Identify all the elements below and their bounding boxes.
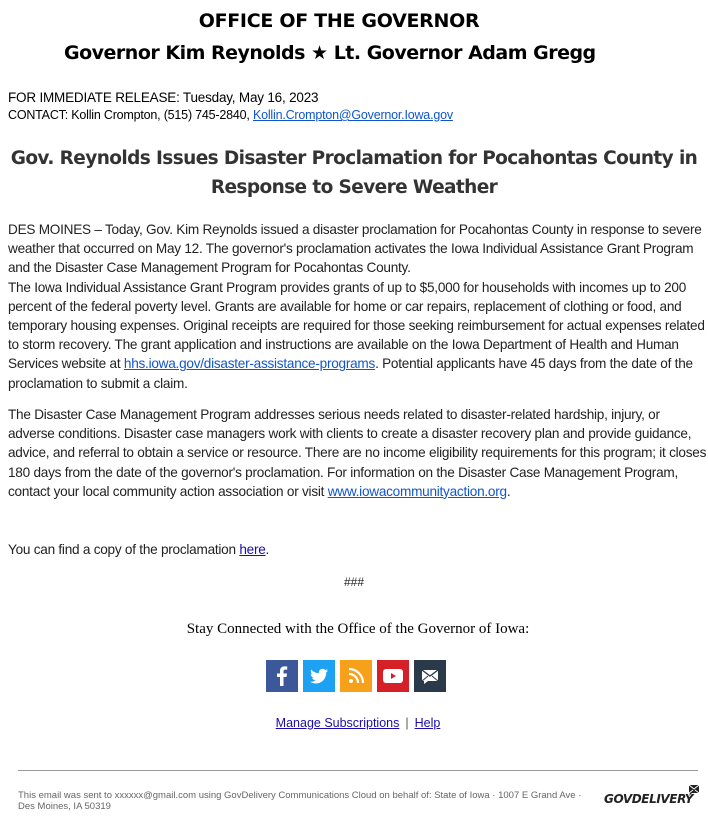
footer-links: Manage Subscriptions | Help <box>0 716 708 730</box>
email-icon <box>421 669 439 684</box>
proclamation-here-link[interactable]: here <box>239 542 265 557</box>
paragraph-proclamation-end: . <box>265 542 270 557</box>
paragraph-proclamation: You can find a copy of the proclamation … <box>8 540 708 559</box>
contact-line: CONTACT: Kollin Crompton, (515) 745-2840… <box>8 108 453 122</box>
link-separator: | <box>405 716 409 730</box>
youtube-icon <box>383 669 403 683</box>
end-mark: ### <box>343 575 365 589</box>
manage-subscriptions-link[interactable]: Manage Subscriptions <box>276 716 400 730</box>
help-link[interactable]: Help <box>415 716 441 730</box>
social-links <box>266 660 446 692</box>
office-heading: OFFICE OF THE GOVERNOR <box>198 10 480 32</box>
paragraph-case-management: The Disaster Case Management Program add… <box>8 405 708 501</box>
paragraph-intro: DES MOINES – Today, Gov. Kim Reynolds is… <box>8 220 708 393</box>
rss-icon <box>348 667 365 684</box>
rss-button[interactable] <box>340 660 372 692</box>
footer-divider <box>18 770 698 771</box>
press-release-title: Gov. Reynolds Issues Disaster Proclamati… <box>10 148 698 198</box>
governor-name: Governor Kim Reynolds <box>64 42 312 64</box>
twitter-button[interactable] <box>303 660 335 692</box>
contact-email-link[interactable]: Kollin.Crompton@Governor.Iowa.gov <box>253 108 453 122</box>
community-action-link[interactable]: www.iowacommunityaction.org <box>328 484 507 499</box>
governors-heading: Governor Kim Reynolds ★ Lt. Governor Ada… <box>64 42 596 64</box>
envelope-icon <box>688 784 700 796</box>
star-icon: ★ <box>311 42 328 64</box>
paragraph-proclamation-text: You can find a copy of the proclamation <box>8 542 240 557</box>
facebook-icon <box>277 666 288 686</box>
footer-disclaimer: This email was sent to xxxxxx@gmail.com … <box>18 790 582 812</box>
paragraph-case-end: . <box>506 483 511 499</box>
contact-text: CONTACT: Kollin Crompton, (515) 745-2840… <box>8 108 253 122</box>
twitter-icon <box>310 668 328 684</box>
hhs-link[interactable]: hhs.iowa.gov/disaster-assistance-program… <box>124 356 375 371</box>
paragraph-intro-text: DES MOINES – Today, Gov. Kim Reynolds is… <box>8 222 702 276</box>
lt-governor-name: Lt. Governor Adam Gregg <box>327 42 596 64</box>
release-date: FOR IMMEDIATE RELEASE: Tuesday, May 16, … <box>8 90 319 105</box>
email-button[interactable] <box>414 660 446 692</box>
youtube-button[interactable] <box>377 660 409 692</box>
stay-connected-text: Stay Connected with the Office of the Go… <box>186 621 530 637</box>
govdelivery-logo: GOVDELIVERY <box>604 784 700 808</box>
govdelivery-logo-text: GOVDELIVERY <box>604 792 694 806</box>
facebook-button[interactable] <box>266 660 298 692</box>
